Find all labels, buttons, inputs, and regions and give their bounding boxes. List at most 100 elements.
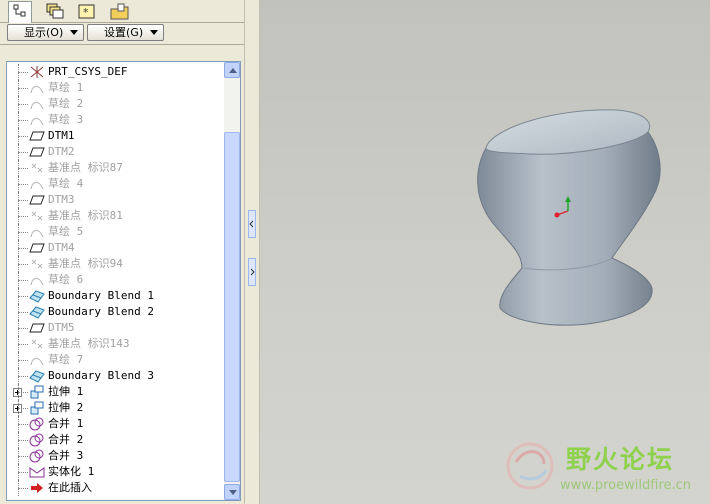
merge-icon (29, 449, 45, 463)
tree-item[interactable]: 基准点 标识94 (7, 256, 227, 272)
tree-item[interactable]: 合并 2 (7, 432, 227, 448)
merge-icon (29, 417, 45, 431)
tree-toolbar: 显示(O) 设置(G) (0, 22, 244, 42)
tree-item[interactable]: 草绘 1 (7, 80, 227, 96)
tree-item[interactable]: 拉伸 2 (7, 400, 227, 416)
model-tree[interactable]: PRT_CSYS_DEF 草绘 1 草绘 2 草绘 3 DTM1 DTM2 基准点 标识87… (6, 61, 241, 501)
tree-item-label: DTM3 (48, 193, 75, 206)
panel-splitter[interactable] (244, 0, 260, 504)
tree-item-label: Boundary Blend 3 (48, 369, 154, 382)
scroll-down-button[interactable] (224, 484, 240, 500)
tree-item[interactable]: PRT_CSYS_DEF (7, 64, 227, 80)
tree-connector (18, 272, 28, 288)
tree-item-label: 基准点 标识143 (48, 337, 130, 350)
chevron-right-icon (250, 268, 255, 276)
scroll-thumb[interactable] (224, 132, 240, 482)
datum-plane-icon (29, 241, 45, 255)
tree-filter-bar (0, 44, 244, 60)
tab-folder-browser[interactable] (106, 1, 130, 21)
tree-connector (18, 320, 28, 336)
tree-item[interactable]: 基准点 标识143 (7, 336, 227, 352)
tree-item[interactable]: 草绘 7 (7, 352, 227, 368)
tree-item[interactable]: 在此插入 (7, 480, 227, 496)
tree-item-label: 草绘 6 (48, 273, 84, 286)
show-dropdown-button[interactable]: 显示(O) (7, 24, 84, 41)
tree-item[interactable]: DTM1 (7, 128, 227, 144)
tree-item-label: Boundary Blend 2 (48, 305, 154, 318)
chevron-left-icon (249, 220, 254, 228)
tree-item[interactable]: 草绘 5 (7, 224, 227, 240)
chevron-down-icon (70, 30, 78, 35)
tree-vertical-scrollbar[interactable] (224, 62, 240, 500)
tab-model-tree[interactable] (8, 1, 32, 23)
tree-connector (18, 224, 28, 240)
tree-item[interactable]: 基准点 标识87 (7, 160, 227, 176)
scroll-up-button[interactable] (224, 62, 240, 78)
datum-point-icon (29, 337, 45, 351)
watermark-logo-icon (506, 442, 554, 490)
tree-item-label: 拉伸 1 (48, 385, 84, 398)
tree-item-label: 草绘 4 (48, 177, 84, 190)
insert-here-arrow-icon (29, 481, 45, 495)
tree-item[interactable]: Boundary Blend 3 (7, 368, 227, 384)
tree-connector (18, 240, 28, 256)
expand-right-handle[interactable] (248, 258, 256, 286)
tree-item[interactable]: DTM5 (7, 320, 227, 336)
tree-item[interactable]: 草绘 6 (7, 272, 227, 288)
tree-connector (18, 80, 28, 96)
tree-connector (18, 400, 28, 416)
tree-item-label: DTM5 (48, 321, 75, 334)
tree-item-label: 基准点 标识94 (48, 257, 123, 270)
graphics-viewport[interactable] (260, 0, 710, 504)
tree-item-label: PRT_CSYS_DEF (48, 65, 128, 78)
extrude-icon (29, 401, 45, 415)
tree-item-label: DTM2 (48, 145, 75, 158)
tree-item[interactable]: DTM2 (7, 144, 227, 160)
tree-connector (18, 480, 28, 496)
settings-dropdown-button[interactable]: 设置(G) (87, 24, 164, 41)
tree-connector (18, 208, 28, 224)
tree-item[interactable]: 合并 3 (7, 448, 227, 464)
sketch-icon (29, 273, 45, 287)
tree-connector (18, 128, 28, 144)
tree-item[interactable]: Boundary Blend 1 (7, 288, 227, 304)
tree-item[interactable]: 实体化 1 (7, 464, 227, 480)
tree-connector (18, 144, 28, 160)
model-3d-view[interactable] (260, 0, 710, 504)
tab-favorites[interactable]: * (74, 1, 98, 21)
tree-item[interactable]: 草绘 3 (7, 112, 227, 128)
tree-item[interactable]: DTM3 (7, 192, 227, 208)
tree-item[interactable]: Boundary Blend 2 (7, 304, 227, 320)
extrude-icon (29, 385, 45, 399)
boundary-blend-icon (29, 369, 45, 383)
tree-item[interactable]: 基准点 标识81 (7, 208, 227, 224)
sketch-icon (29, 113, 45, 127)
datum-plane-icon (29, 193, 45, 207)
navigator-tab-strip: * (0, 0, 244, 23)
datum-plane-icon (29, 321, 45, 335)
tree-connector (18, 432, 28, 448)
tree-item[interactable]: 拉伸 1 (7, 384, 227, 400)
tree-item-label: 基准点 标识87 (48, 161, 123, 174)
tree-item[interactable]: 草绘 4 (7, 176, 227, 192)
tree-connector (18, 256, 28, 272)
tree-connector (18, 288, 28, 304)
merge-icon (29, 433, 45, 447)
watermark-url: www.proewildfire.cn (560, 478, 691, 493)
tree-item[interactable]: 草绘 2 (7, 96, 227, 112)
tab-layers[interactable] (42, 1, 66, 21)
tree-item-label: 在此插入 (48, 481, 92, 494)
arrow-down-icon (229, 490, 237, 495)
settings-dropdown-label: 设置(G) (104, 26, 144, 39)
collapse-left-handle[interactable] (248, 210, 256, 238)
navigator-panel: * 显示(O) 设置(G) PRT_CSYS_DEF 草绘 1 草绘 2 草绘 3 DT… (0, 0, 244, 504)
tree-item-label: DTM4 (48, 241, 75, 254)
tree-connector (18, 464, 28, 480)
tree-item[interactable]: 合并 1 (7, 416, 227, 432)
tree-item[interactable]: DTM4 (7, 240, 227, 256)
datum-plane-icon (29, 129, 45, 143)
tree-connector (18, 112, 28, 128)
tree-connector (18, 384, 28, 400)
tree-item-label: 草绘 7 (48, 353, 84, 366)
vase-model[interactable] (477, 109, 661, 326)
